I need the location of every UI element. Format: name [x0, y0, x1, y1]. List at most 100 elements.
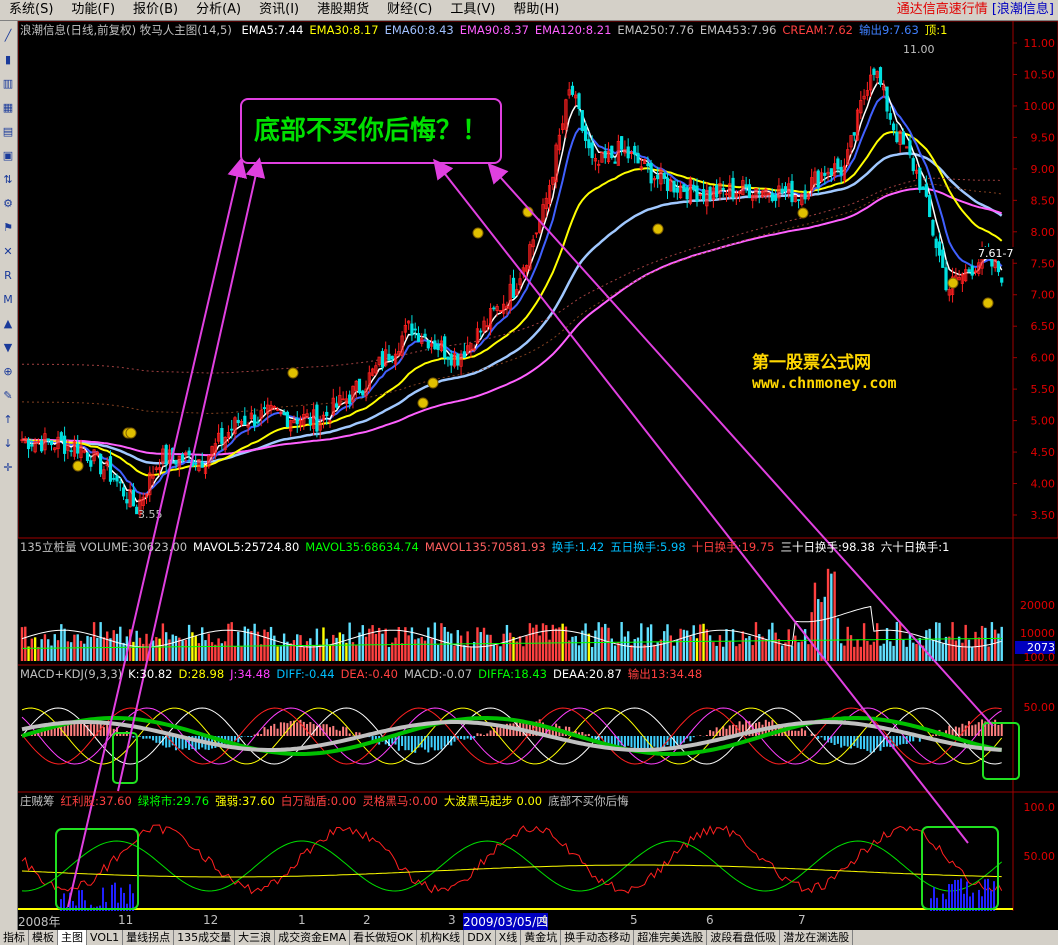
volume-bar — [682, 629, 686, 661]
down-icon[interactable]: ▼ — [1, 341, 15, 355]
tab-10[interactable]: DDX — [464, 930, 496, 945]
volume-bar — [207, 633, 210, 661]
tab-13[interactable]: 换手动态移动 — [561, 930, 635, 945]
cross-icon[interactable]: ✛ — [1, 461, 15, 475]
candle-body — [839, 166, 843, 176]
window-icon[interactable]: ▣ — [1, 149, 15, 163]
volume-bar — [302, 646, 305, 661]
date-axis: 2008年 11 12 1 2 3 2009/03/05/四 4 5 6 7 — [18, 911, 1058, 930]
volume-bar — [708, 635, 712, 661]
menu-item-4[interactable]: 资讯(I) — [250, 0, 308, 20]
candle-body — [901, 131, 906, 145]
tab-14[interactable]: 超准完美选股 — [634, 930, 708, 945]
tab-12[interactable]: 黄金坑 — [521, 930, 562, 945]
volume-bar — [374, 633, 378, 661]
coin-icon — [472, 227, 484, 239]
ema10-line — [21, 94, 1003, 495]
tab-11[interactable]: X线 — [496, 930, 522, 945]
menu-item-3[interactable]: 分析(A) — [187, 0, 250, 20]
candle-body — [282, 411, 286, 415]
candle-body — [928, 195, 932, 218]
tab-15[interactable]: 波段看盘低吸 — [707, 930, 781, 945]
gear-icon[interactable]: ⚙ — [1, 197, 15, 211]
volume-bar — [305, 641, 309, 661]
ri-icon[interactable]: R — [1, 269, 15, 283]
candle-body — [380, 351, 385, 368]
volume-header-item-1: MAVOL5:25724.80 — [193, 540, 300, 554]
stock-link[interactable]: [浪潮信息] — [992, 2, 1054, 17]
volume-bar — [554, 628, 558, 661]
candle-body — [610, 145, 614, 158]
tab-8[interactable]: 看长做短OK — [350, 930, 417, 945]
volume-bar — [214, 644, 217, 661]
volume-bar — [889, 641, 892, 661]
tab-16[interactable]: 潜龙在渊选股 — [780, 930, 854, 945]
menu-item-7[interactable]: 工具(V) — [441, 0, 504, 20]
volume-bar — [725, 629, 728, 661]
grid-icon[interactable]: ▤ — [1, 125, 15, 139]
volume-bar — [564, 626, 568, 661]
tab-4[interactable]: 量线拐点 — [123, 930, 175, 945]
volume-bar — [853, 646, 856, 661]
candle-body — [220, 428, 224, 444]
coin-icon — [947, 277, 959, 289]
date-label-4: 2 — [363, 913, 371, 927]
candle-body — [236, 419, 240, 424]
menu-item-0[interactable]: 系统(S) — [0, 0, 62, 20]
coin-icon — [427, 377, 439, 389]
tab-0[interactable]: 指标 — [0, 930, 29, 945]
main-header-item-2: EMA60:8.43 — [384, 23, 454, 37]
tab-3[interactable]: VOL1 — [87, 930, 124, 945]
candle-body — [747, 184, 752, 198]
menu-item-8[interactable]: 帮助(H) — [504, 0, 568, 20]
volume-bar — [227, 623, 230, 661]
volume-bar — [515, 641, 518, 661]
tab-7[interactable]: 成交资金EMA — [275, 930, 351, 945]
volume-bar — [761, 636, 764, 661]
volume-bar — [600, 627, 604, 661]
macd-header-item-8: DEAA:20.87 — [552, 667, 622, 681]
flag-icon[interactable]: ⚑ — [1, 221, 15, 235]
volume-bar — [722, 646, 725, 661]
pencil-icon[interactable]: ✎ — [1, 389, 15, 403]
ma-icon[interactable]: M — [1, 293, 15, 307]
volume-bar — [718, 635, 722, 661]
volume-bar — [754, 622, 758, 661]
volume-bar — [181, 640, 184, 661]
bars-icon[interactable]: ▥ — [1, 77, 15, 91]
volume-bar — [201, 627, 204, 661]
chip-bar — [114, 882, 116, 911]
menu-item-5[interactable]: 港股期货 — [308, 0, 378, 20]
chip-header-item-6: 大波黑马起步 0.00 — [443, 794, 543, 808]
candle-body — [967, 269, 971, 273]
main-header-item-7: CREAM:7.62 — [782, 23, 853, 37]
volume-bar — [453, 645, 456, 661]
volume-bar — [823, 596, 826, 661]
tab-2[interactable]: 主图 — [58, 930, 87, 945]
tab-6[interactable]: 大三浪 — [235, 930, 276, 945]
arrow-up-icon[interactable]: ↑ — [1, 413, 15, 427]
tab-9[interactable]: 机构K线 — [417, 930, 465, 945]
candle-icon[interactable]: ▮ — [1, 53, 15, 67]
up-icon[interactable]: ▲ — [1, 317, 15, 331]
zoom-icon[interactable]: ⊕ — [1, 365, 15, 379]
volume-bar — [997, 633, 1000, 661]
menu-item-1[interactable]: 功能(F) — [62, 0, 124, 20]
candle-body — [891, 123, 896, 131]
tab-5[interactable]: 135成交量 — [174, 930, 236, 945]
chip-header: 庄贼筹 红利股:37.60 绿将市:29.76 强弱:37.60 白万融盾:0.00 灵格… — [20, 794, 635, 808]
tab-1[interactable]: 模板 — [29, 930, 58, 945]
chip-bar — [993, 881, 995, 911]
ema453-line — [22, 177, 1002, 374]
volume-header-item-8: 六十日换手:1 — [880, 540, 950, 554]
candle-body — [390, 355, 394, 360]
menu-item-2[interactable]: 报价(B) — [124, 0, 187, 20]
chart-line-icon[interactable]: ╱ — [1, 29, 15, 43]
x-icon[interactable]: ✕ — [1, 245, 15, 259]
volume-bar — [394, 637, 397, 661]
table-icon[interactable]: ▦ — [1, 101, 15, 115]
menu-item-6[interactable]: 财经(C) — [378, 0, 441, 20]
arrow-down-icon[interactable]: ↓ — [1, 437, 15, 451]
candle-body — [803, 190, 807, 200]
sort-icon[interactable]: ⇅ — [1, 173, 15, 187]
